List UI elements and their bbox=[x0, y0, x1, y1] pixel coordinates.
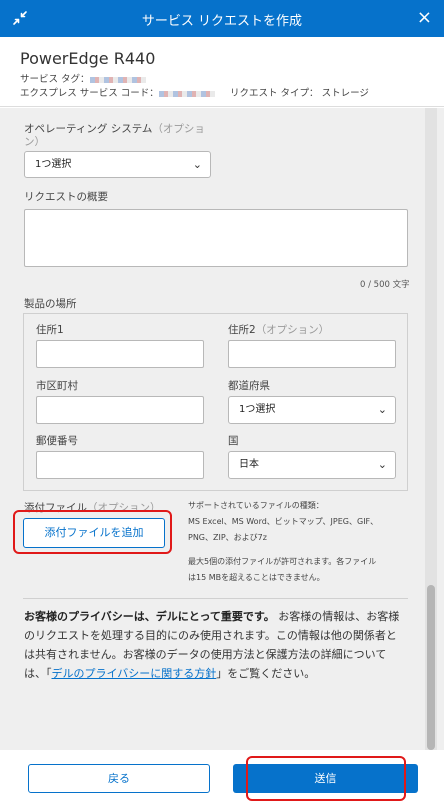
supported-types-title: サポートされているファイルの種類： bbox=[188, 501, 324, 510]
os-select[interactable]: 1つ選択 ⌄ bbox=[24, 151, 211, 178]
redacted-express-code bbox=[158, 90, 215, 97]
char-counter: 0 / 500 文字 bbox=[360, 280, 410, 290]
city-input[interactable] bbox=[36, 396, 204, 424]
scrollbar-thumb[interactable] bbox=[427, 585, 435, 750]
address1-label: 住所1 bbox=[36, 324, 64, 336]
highlight-add-attachment bbox=[13, 510, 172, 554]
postal-code-label: 郵便番号 bbox=[36, 435, 78, 447]
service-tag: サービス タグ： bbox=[20, 71, 146, 85]
chevron-down-icon: ⌄ bbox=[377, 403, 387, 416]
summary-textarea[interactable] bbox=[24, 209, 408, 267]
max-files-line2: は15 MBを超えることはできません。 bbox=[188, 573, 325, 582]
close-icon[interactable]: × bbox=[417, 8, 432, 28]
summary-label: リクエストの概要 bbox=[24, 191, 108, 203]
product-header: PowerEdge R440 サービス タグ： エクスプレス サービス コード：… bbox=[0, 37, 444, 107]
privacy-policy-link[interactable]: デルのプライバシーに関する方針 bbox=[52, 667, 217, 680]
express-service-code: エクスプレス サービス コード： bbox=[20, 85, 215, 99]
product-name: PowerEdge R440 bbox=[20, 49, 156, 68]
supported-types-line1: MS Excel、MS Word、ビットマップ、JPEG、GIF、 bbox=[188, 517, 379, 526]
os-label: オペレーティング システム（オプショ bbox=[24, 123, 205, 135]
location-label: 製品の場所 bbox=[24, 298, 77, 310]
city-label: 市区町村 bbox=[36, 380, 78, 392]
postal-code-input[interactable] bbox=[36, 451, 204, 479]
redacted-service-tag bbox=[89, 76, 146, 83]
chevron-down-icon: ⌄ bbox=[377, 458, 387, 471]
divider bbox=[23, 598, 408, 599]
chevron-down-icon: ⌄ bbox=[192, 158, 202, 171]
max-files-line1: 最大5個の添付ファイルが許可されます。各ファイル bbox=[188, 557, 377, 566]
dialog-titlebar: サービス リクエストを作成 × bbox=[0, 0, 444, 37]
request-type: リクエスト タイプ： ストレージ bbox=[230, 88, 369, 99]
country-select[interactable]: 日本 ⌄ bbox=[228, 451, 396, 479]
os-label-cont: ン） bbox=[24, 136, 45, 148]
highlight-submit bbox=[246, 756, 406, 801]
supported-types-line2: PNG、ZIP、および7z bbox=[188, 533, 267, 542]
country-label: 国 bbox=[228, 435, 239, 447]
back-button[interactable]: 戻る bbox=[28, 764, 210, 793]
prefecture-label: 都道府県 bbox=[228, 380, 270, 392]
dialog-footer: 戻る 送信 bbox=[0, 750, 444, 810]
address1-input[interactable] bbox=[36, 340, 204, 368]
prefecture-select[interactable]: 1つ選択 ⌄ bbox=[228, 396, 396, 424]
dialog-title: サービス リクエストを作成 bbox=[141, 14, 303, 29]
privacy-notice: お客様のプライバシーは、デルにとって重要です。 お客様の情報は、お客様のリクエス… bbox=[24, 610, 400, 680]
address2-label: 住所2（オプション） bbox=[228, 324, 330, 336]
address2-input[interactable] bbox=[228, 340, 396, 368]
